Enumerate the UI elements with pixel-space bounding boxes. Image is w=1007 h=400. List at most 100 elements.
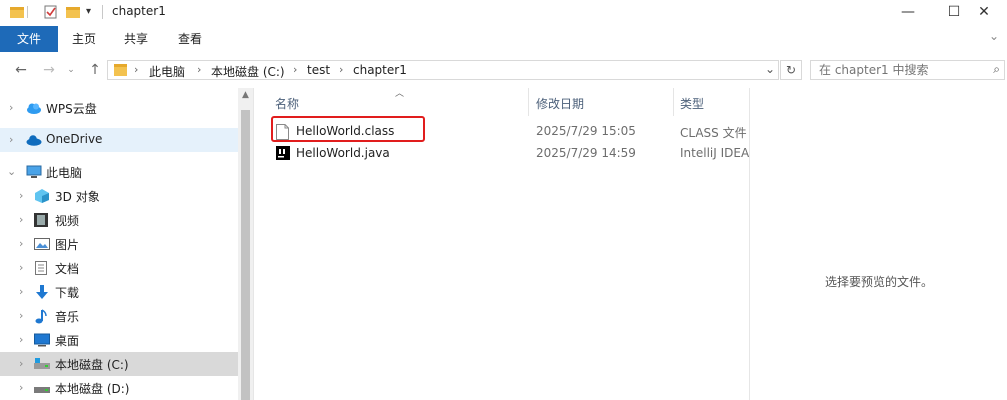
chevron-right-icon[interactable]: ›	[19, 237, 23, 250]
highlight-annotation-box	[271, 116, 425, 142]
nav-scrollbar[interactable]: ▲	[238, 88, 253, 400]
3d-objects-icon	[34, 189, 50, 203]
properties-check-icon[interactable]	[44, 4, 58, 22]
tab-view[interactable]: 查看	[168, 26, 212, 52]
nav-item-music[interactable]: › 音乐	[0, 304, 238, 328]
address-dropdown-icon[interactable]: ⌄	[765, 62, 775, 76]
preview-message: 选择要预览的文件。	[824, 275, 933, 289]
new-folder-icon[interactable]	[66, 4, 80, 22]
column-header-type[interactable]: 类型	[680, 92, 750, 116]
nav-label: 本地磁盘 (C:)	[55, 358, 129, 372]
file-date: 2025/7/29 14:59	[536, 146, 636, 160]
chevron-right-icon[interactable]: ›	[19, 381, 23, 394]
file-row-helloworld-java[interactable]: HelloWorld.java 2025/7/29 14:59 IntelliJ…	[271, 143, 749, 165]
drive-c-icon	[34, 357, 50, 371]
nav-item-downloads[interactable]: › 下载	[0, 280, 238, 304]
nav-label: 桌面	[55, 334, 80, 348]
chevron-right-icon[interactable]: ›	[19, 213, 23, 226]
computer-icon	[26, 165, 42, 179]
nav-item-onedrive[interactable]: › OneDrive	[0, 128, 238, 152]
search-box[interactable]: ⌕	[810, 60, 1005, 80]
nav-item-videos[interactable]: › 视频	[0, 208, 238, 232]
scrollbar-thumb[interactable]	[241, 110, 250, 400]
address-bar[interactable]: › 此电脑 › 本地磁盘 (C:) › test › chapter1 ⌄	[107, 60, 779, 80]
chevron-right-icon[interactable]: ›	[19, 189, 23, 202]
nav-item-drive-c[interactable]: › 本地磁盘 (C:)	[0, 352, 238, 376]
desktop-icon	[34, 333, 50, 347]
chevron-right-icon[interactable]: ›	[9, 101, 13, 114]
drive-d-icon	[34, 381, 50, 395]
nav-item-3d-objects[interactable]: › 3D 对象	[0, 184, 238, 208]
nav-item-documents[interactable]: › 文档	[0, 256, 238, 280]
nav-label: 视频	[55, 214, 80, 228]
refresh-button[interactable]: ↻	[780, 60, 802, 80]
file-date: 2025/7/29 15:05	[536, 124, 636, 138]
breadcrumb-test[interactable]: test	[307, 63, 330, 77]
minimize-button[interactable]: —	[885, 0, 931, 26]
column-header-name[interactable]: 名称	[275, 92, 525, 116]
navigation-pane: › WPS云盘 › OneDrive ⌄ 此电脑 › 3D 对象 › 视频 ›	[0, 88, 253, 400]
chevron-right-icon[interactable]: ›	[19, 333, 23, 346]
chevron-right-icon[interactable]: ›	[19, 309, 23, 322]
breadcrumb-drive-c[interactable]: 本地磁盘 (C:)	[211, 63, 285, 80]
nav-label: 本地磁盘 (D:)	[55, 382, 130, 396]
breadcrumb-separator-icon: ›	[339, 63, 344, 76]
title-bar: ▾ chapter1 — ☐ ✕	[0, 0, 1007, 26]
back-arrow-icon[interactable]: ←	[10, 60, 32, 80]
nav-label: OneDrive	[46, 132, 103, 146]
expand-ribbon-icon[interactable]: ⌄	[989, 29, 999, 43]
file-name: HelloWorld.java	[296, 146, 390, 160]
scroll-up-icon[interactable]: ▲	[238, 90, 253, 100]
up-arrow-icon[interactable]: ↑	[84, 60, 106, 80]
nav-label: 3D 对象	[55, 190, 100, 204]
video-icon	[34, 213, 50, 227]
chevron-right-icon[interactable]: ›	[19, 285, 23, 298]
cloud-blue-icon	[26, 101, 42, 115]
close-button[interactable]: ✕	[961, 0, 1007, 26]
nav-label: WPS云盘	[46, 102, 97, 116]
documents-icon	[34, 261, 50, 275]
breadcrumb-separator-icon: ›	[134, 63, 139, 76]
file-type: IntelliJ IDEA	[680, 146, 750, 160]
breadcrumb-separator-icon: ›	[293, 63, 298, 76]
tab-home[interactable]: 主页	[62, 26, 106, 52]
window-title: chapter1	[112, 4, 166, 18]
download-icon	[34, 285, 50, 299]
column-separator[interactable]	[673, 88, 674, 116]
onedrive-icon	[26, 133, 42, 147]
file-type: CLASS 文件	[680, 126, 747, 140]
search-icon[interactable]: ⌕	[993, 62, 1000, 77]
forward-arrow-icon[interactable]: →	[38, 60, 60, 80]
folder-icon	[10, 4, 24, 22]
search-input[interactable]	[819, 62, 979, 78]
chevron-down-icon[interactable]: ⌄	[7, 165, 16, 178]
chevron-right-icon[interactable]: ›	[19, 261, 23, 274]
nav-item-drive-d[interactable]: › 本地磁盘 (D:)	[0, 376, 238, 400]
breadcrumb-chapter1[interactable]: chapter1	[353, 63, 407, 77]
tab-share[interactable]: 共享	[114, 26, 158, 52]
nav-label: 图片	[55, 238, 80, 252]
breadcrumb-this-pc[interactable]: 此电脑	[149, 63, 185, 80]
preview-pane: 选择要预览的文件。	[749, 88, 1007, 400]
nav-item-wps-cloud[interactable]: › WPS云盘	[0, 96, 238, 120]
nav-item-pictures[interactable]: › 图片	[0, 232, 238, 256]
nav-item-desktop[interactable]: › 桌面	[0, 328, 238, 352]
nav-label: 下载	[55, 286, 80, 300]
music-icon	[34, 309, 50, 324]
quick-access-dropdown-icon[interactable]: ▾	[86, 6, 91, 24]
chevron-right-icon[interactable]: ›	[19, 357, 23, 370]
nav-item-this-pc[interactable]: ⌄ 此电脑	[0, 160, 238, 184]
chevron-right-icon[interactable]: ›	[9, 133, 13, 146]
nav-label: 文档	[55, 262, 80, 276]
breadcrumb-separator-icon: ›	[197, 63, 202, 76]
folder-icon	[114, 64, 127, 76]
nav-label: 音乐	[55, 310, 80, 324]
column-header-date[interactable]: 修改日期	[536, 92, 666, 116]
ribbon: 文件 主页 共享 查看 ⌄	[0, 26, 1007, 53]
pictures-icon	[34, 237, 50, 251]
nav-label: 此电脑	[46, 166, 83, 180]
recent-locations-icon[interactable]: ⌄	[60, 60, 82, 80]
intellij-file-icon	[276, 146, 290, 162]
tab-file[interactable]: 文件	[0, 26, 58, 52]
column-separator[interactable]	[528, 88, 529, 116]
